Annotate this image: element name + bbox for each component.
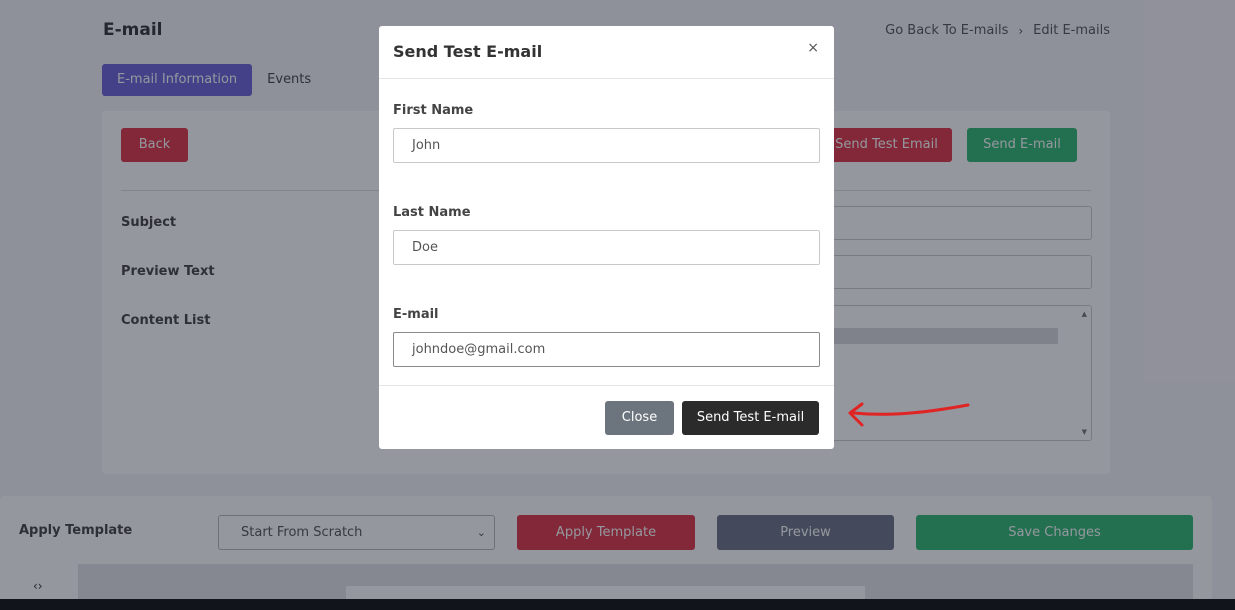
close-button[interactable]: Close xyxy=(605,401,674,435)
close-icon[interactable]: × xyxy=(807,40,819,56)
email-label: E-mail xyxy=(393,307,439,322)
modal-footer: Close Send Test E-mail xyxy=(379,385,834,449)
email-input[interactable]: johndoe@gmail.com xyxy=(393,332,820,367)
modal-title: Send Test E-mail xyxy=(393,42,543,61)
last-name-input[interactable]: Doe xyxy=(393,230,820,265)
arrow-annotation-icon xyxy=(848,402,970,427)
last-name-label: Last Name xyxy=(393,205,471,220)
first-name-input[interactable]: John xyxy=(393,128,820,163)
send-test-email-modal: Send Test E-mail × First Name John Last … xyxy=(379,26,834,449)
modal-header: Send Test E-mail × xyxy=(379,26,834,79)
send-test-email-submit-button[interactable]: Send Test E-mail xyxy=(682,401,819,435)
first-name-label: First Name xyxy=(393,103,474,118)
